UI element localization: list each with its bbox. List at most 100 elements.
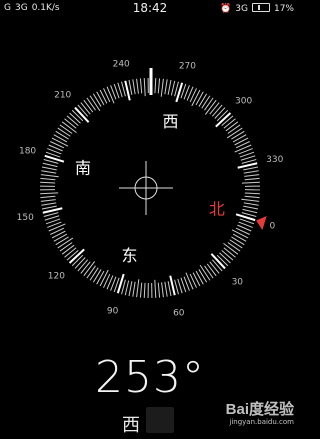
- dial-tick: [244, 192, 260, 195]
- blurred-region: [146, 407, 174, 433]
- dial-tick: [241, 198, 260, 202]
- dial-tick: [41, 202, 57, 206]
- dial-tick: [51, 137, 69, 147]
- compass-dial[interactable]: 240 270 300 330 0 30 60 90 120 150 180 210 北东 南 西: [0, 0, 300, 360]
- dial-tick: [195, 270, 204, 285]
- dial-tick: [160, 78, 164, 97]
- dial-tick: [40, 177, 56, 181]
- watermark-logo: Bai度经验: [225, 401, 294, 418]
- dial-tick: [204, 97, 214, 111]
- dial-tick: [157, 282, 161, 298]
- dial-tick: [43, 212, 59, 217]
- dial-tick: [231, 130, 245, 140]
- dial-tick: [243, 202, 259, 206]
- dial-tick: [244, 195, 260, 199]
- degree-label: 330: [266, 155, 283, 165]
- dial-tick: [92, 269, 102, 283]
- dial-tick: [167, 79, 172, 95]
- dial-tick: [243, 205, 259, 210]
- north-pointer: [256, 216, 267, 231]
- dial-tick: [234, 137, 249, 146]
- dial-tick: [57, 127, 71, 137]
- dial-tick: [227, 242, 241, 252]
- dial-tick: [53, 134, 68, 143]
- dial-tick: [99, 89, 108, 104]
- dial-tick: [219, 252, 231, 264]
- dial-tick: [164, 281, 168, 297]
- degree-label: 240: [113, 59, 130, 69]
- dial-tick: [167, 281, 172, 297]
- dial-tick: [41, 166, 57, 171]
- dial-tick: [128, 281, 133, 297]
- dial-tick: [225, 121, 239, 132]
- dial-tick: [83, 99, 94, 113]
- cardinal-north: 北: [209, 199, 225, 218]
- dial-tick: [77, 259, 89, 272]
- degree-label: 120: [48, 271, 65, 281]
- dial-tick: [55, 130, 69, 140]
- dial-tick: [74, 257, 86, 269]
- watermark-url: jingyan.baidu.com: [229, 418, 294, 426]
- dial-tick: [209, 102, 220, 115]
- cardinal-east: 东: [122, 246, 138, 265]
- dial-tick: [174, 279, 179, 295]
- dial-tick: [40, 199, 56, 202]
- dial-tick: [237, 162, 258, 169]
- direction-label: 西: [122, 415, 140, 436]
- dial-tick: [185, 272, 194, 290]
- dial-tick: [124, 280, 130, 296]
- dial-tick: [231, 229, 249, 239]
- dial-tick: [40, 181, 56, 184]
- dial-tick: [124, 80, 131, 101]
- dial-tick: [40, 174, 59, 178]
- dial-tick: [136, 78, 139, 94]
- dial-tick: [170, 80, 176, 96]
- dial-tick: [136, 279, 140, 298]
- dial-tick: [234, 144, 252, 153]
- dial-tick: [41, 205, 57, 210]
- degree-label: 150: [17, 213, 34, 223]
- dial-tick: [96, 270, 105, 285]
- dial-tick: [41, 170, 57, 174]
- dial-tick: [42, 207, 63, 214]
- dial-tick: [157, 78, 161, 94]
- dial-tick: [209, 261, 220, 274]
- dial-tick: [80, 261, 91, 274]
- dial-tick: [80, 102, 91, 115]
- dial-tick: [86, 265, 96, 279]
- dial-tick: [143, 282, 146, 298]
- degree-label: 300: [235, 97, 252, 107]
- dial-tick: [40, 192, 59, 195]
- dial-tick: [55, 236, 69, 246]
- degree-label: 270: [179, 62, 196, 72]
- cardinal-west: 西: [162, 112, 178, 131]
- dial-tick: [206, 263, 217, 277]
- dial-tick: [191, 89, 201, 107]
- heading-value: 253°: [95, 352, 205, 403]
- degree-label: 30: [232, 278, 244, 288]
- dial-tick: [139, 78, 143, 94]
- dial-tick: [198, 269, 208, 283]
- dial-tick: [223, 118, 236, 129]
- dial-tick: [243, 170, 259, 174]
- dial-tick: [92, 93, 102, 107]
- degree-labels: 240 270 300 330 0 30 60 90 120 150 180 210: [17, 59, 284, 318]
- dial-tick: [121, 81, 126, 97]
- dial-tick: [244, 177, 260, 181]
- dial-tick: [139, 282, 143, 298]
- dial-tick: [241, 181, 260, 184]
- dial-tick: [106, 86, 115, 104]
- dial-tick: [154, 279, 157, 298]
- dial-tick: [161, 282, 164, 298]
- dial-tick: [69, 112, 81, 124]
- dial-tick: [154, 78, 157, 94]
- dial-tick: [66, 115, 79, 127]
- dial-tick: [232, 134, 247, 143]
- dial-tick: [61, 244, 75, 255]
- dial-tick: [48, 223, 66, 232]
- dial-tick: [241, 159, 257, 164]
- dial-tick: [132, 79, 136, 95]
- dial-tick: [231, 236, 245, 246]
- dial-tick: [195, 91, 204, 106]
- dial-tick: [242, 208, 258, 214]
